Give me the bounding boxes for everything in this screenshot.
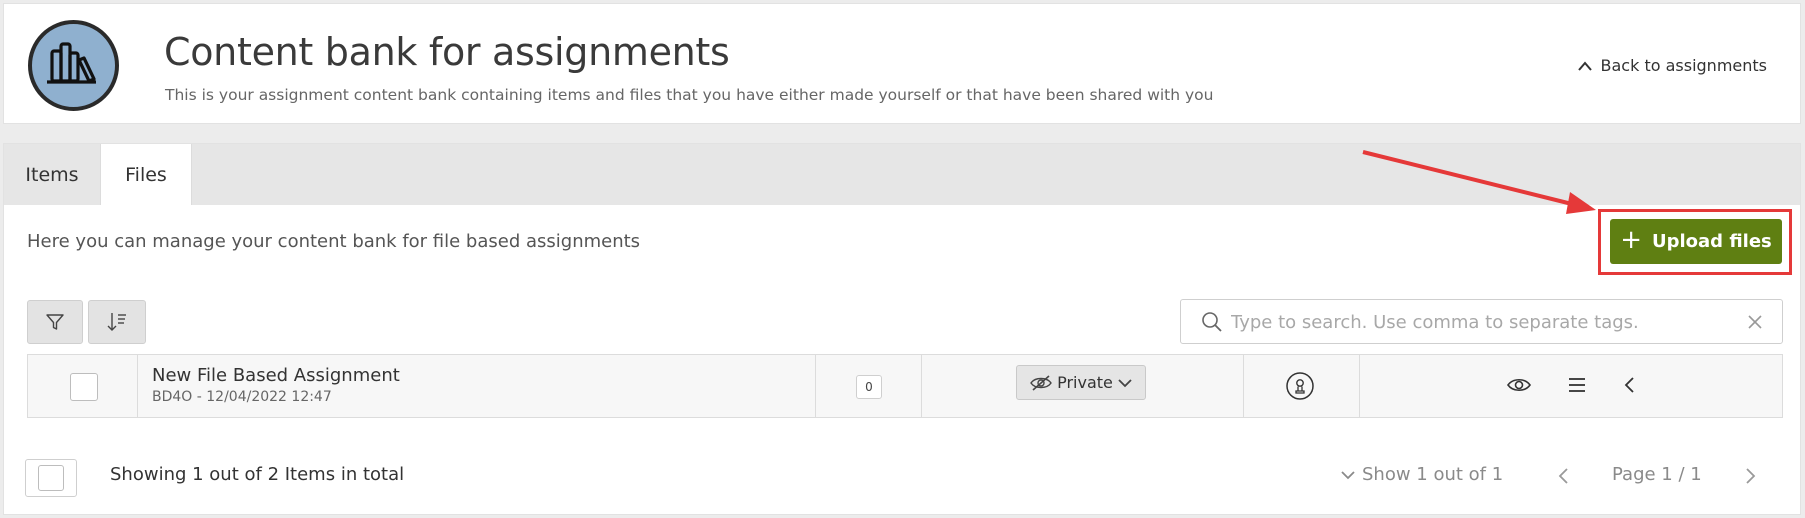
back-link-label: Back to assignments <box>1600 56 1767 75</box>
files-description: Here you can manage your content bank fo… <box>27 231 641 252</box>
privacy-label: Private <box>1057 373 1113 392</box>
tab-files[interactable]: Files <box>100 144 192 205</box>
show-range-dropdown[interactable]: Show 1 out of 1 <box>1340 464 1503 485</box>
plus-icon: + <box>1620 225 1642 255</box>
row-meta: BD4O - 12/04/2022 12:47 <box>152 389 332 405</box>
main-card: Items Files Here you can manage your con… <box>3 143 1801 515</box>
next-page-icon[interactable] <box>1742 466 1758 486</box>
row-count-cell: 0 <box>816 355 922 417</box>
header-card: Content bank for assignments This is you… <box>3 3 1801 124</box>
select-all-checkbox[interactable] <box>38 465 64 491</box>
upload-files-label: Upload files <box>1652 231 1772 252</box>
count-badge: 0 <box>856 375 882 399</box>
chevron-down-icon <box>1341 470 1355 479</box>
filter-icon <box>46 314 64 330</box>
eye-slash-icon <box>1030 374 1052 391</box>
showing-count-text: Showing 1 out of 2 Items in total <box>110 464 405 485</box>
search-input[interactable] <box>1231 308 1731 336</box>
row-title[interactable]: New File Based Assignment <box>152 365 400 386</box>
row-privacy-cell: Private <box>922 355 1244 417</box>
row-select-cell <box>28 355 138 417</box>
show-range-label: Show 1 out of 1 <box>1362 464 1504 485</box>
filter-button[interactable] <box>27 300 83 344</box>
search-icon <box>1202 312 1222 332</box>
previous-page-icon[interactable] <box>1556 466 1572 486</box>
row-checkbox[interactable] <box>70 373 98 401</box>
sort-icon <box>107 313 126 331</box>
privacy-dropdown[interactable]: Private <box>1016 365 1146 400</box>
chevron-left-icon[interactable] <box>1622 375 1638 395</box>
content-bank-logo-icon <box>28 20 119 111</box>
upload-files-button[interactable]: + Upload files <box>1610 219 1782 264</box>
tabs-bar: Items Files <box>4 144 1800 205</box>
menu-icon[interactable] <box>1566 375 1588 395</box>
row-actions-cell <box>1360 355 1782 417</box>
user-stamp-icon[interactable] <box>1285 371 1315 401</box>
select-all-box <box>25 459 77 497</box>
back-to-assignments-link[interactable]: Back to assignments <box>1577 56 1767 75</box>
clear-search-icon[interactable] <box>1746 313 1764 331</box>
page-title: Content bank for assignments <box>164 30 730 74</box>
chevron-up-icon <box>1577 60 1592 71</box>
row-owner-cell <box>1244 355 1360 417</box>
page-indicator: Page 1 / 1 <box>1612 464 1702 485</box>
eye-icon[interactable] <box>1506 375 1532 395</box>
search-box <box>1180 299 1783 344</box>
page-subtitle: This is your assignment content bank con… <box>165 86 1214 104</box>
tab-items[interactable]: Items <box>4 144 100 205</box>
table-row: New File Based Assignment BD4O - 12/04/2… <box>27 354 1783 418</box>
row-title-cell: New File Based Assignment BD4O - 12/04/2… <box>138 355 816 417</box>
chevron-down-icon <box>1118 378 1132 387</box>
sort-button[interactable] <box>88 300 146 344</box>
